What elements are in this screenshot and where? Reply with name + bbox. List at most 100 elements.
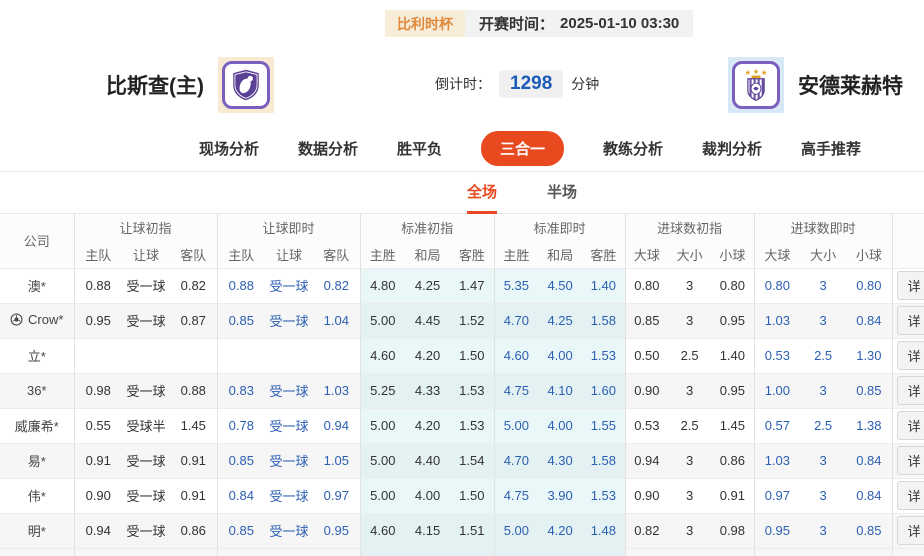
detail-button[interactable]: 详 [897,376,924,405]
odds-cell: 4.00 [405,478,450,513]
odds-cell: 0.85 [625,303,668,338]
nav-tab-referee-analysis[interactable]: 裁判分析 [702,138,762,159]
odds-cell [170,548,217,556]
odds-cell: 1.54 [450,443,494,478]
odds-cell: 5.25 [360,373,405,408]
odds-cell: 0.95 [74,303,122,338]
odds-cell: 1.47 [450,268,494,303]
odds-cell: 0.84 [846,443,892,478]
odds-cell [122,548,170,556]
company-cell: 明* [0,513,74,548]
detail-button[interactable]: 详 [897,306,924,335]
odds-cell: 0.88 [74,268,122,303]
company-cell: 威廉希* [0,408,74,443]
detail-button[interactable]: 详 [897,411,924,440]
odds-cell: 3 [668,443,711,478]
odds-cell: 0.84 [846,303,892,338]
odds-cell: 受一球 [265,373,313,408]
odds-cell: 1.40 [711,338,754,373]
odds-cell: 1.03 [754,303,800,338]
odds-cell: 4.40 [405,443,450,478]
col-header: 和局 [405,241,450,268]
odds-cell: 1.60 [582,373,625,408]
odds-cell: 1.50 [450,478,494,513]
company-label: 威廉希* [15,416,59,435]
detail-button[interactable]: 详 [897,516,924,545]
odds-cell: 5.00 [360,443,405,478]
odds-cell: 1.50 [450,338,494,373]
group-header-std_init: 标准初指 [360,214,494,241]
odds-cell: 1.48 [582,513,625,548]
col-header: 主胜 [360,241,405,268]
odds-cell: 0.57 [754,408,800,443]
odds-cell: 0.86 [711,443,754,478]
detail-button[interactable]: 详 [897,446,924,475]
odds-cell: 0.85 [846,373,892,408]
nav-tab-live-analysis[interactable]: 现场分析 [199,138,259,159]
odds-cell [74,548,122,556]
league-tag[interactable]: 比利时杯 [385,10,465,37]
detail-button[interactable]: 详 [897,271,924,300]
col-header: 让球 [122,241,170,268]
home-team: 比斯查(主) [106,57,274,113]
odds-cell: 受球半 [122,408,170,443]
nav-tab-win-draw-loss[interactable]: 胜平负 [397,138,442,159]
kickoff-value: 2025-01-10 03:30 [560,15,679,32]
odds-cell: 4.80 [360,268,405,303]
odds-cell: 0.88 [217,268,265,303]
away-team-badge: ★ ★ ★ [728,57,784,113]
odds-cell: 4.00 [538,338,582,373]
detail-header [892,214,924,268]
odds-cell: 4.60 [360,338,405,373]
odds-cell [265,548,313,556]
company-name: 伟* [28,486,46,505]
company-cell: 36* [0,373,74,408]
nav-tab-coach-analysis[interactable]: 教练分析 [603,138,663,159]
detail-cell: 详 [892,373,924,408]
odds-cell: 5.00 [360,408,405,443]
odds-cell: 4.15 [405,513,450,548]
odds-cell [711,548,754,556]
kickoff-time: 开赛时间： 2025-01-10 03:30 [465,10,693,37]
odds-cell: 3 [800,303,846,338]
company-cell: Crow* [0,303,74,338]
odds-cell: 4.00 [538,408,582,443]
odds-cell: 0.55 [74,408,122,443]
detail-cell: 详 [892,443,924,478]
svg-text:★: ★ [761,68,767,77]
odds-cell: 0.82 [313,268,360,303]
table-row: 明*0.94受一球0.860.85受一球0.954.604.151.515.00… [0,513,924,548]
countdown-value: 1298 [499,70,563,98]
odds-cell: 1.04 [313,303,360,338]
company-label: 伟* [28,486,46,505]
table-row: 36*0.98受一球0.880.83受一球1.035.254.331.534.7… [0,373,924,408]
countdown-label: 倒计时： [435,74,491,94]
detail-button[interactable]: 详 [897,341,924,370]
scope-tab-full-match[interactable]: 全场 [467,181,497,214]
odds-cell: 1.40 [582,268,625,303]
odds-cell: 受一球 [122,268,170,303]
main-nav: 现场分析 数据分析 胜平负 三合一 教练分析 裁判分析 高手推荐 [0,126,924,172]
company-name: 立* [28,346,46,365]
odds-cell: 0.80 [711,268,754,303]
odds-cell [800,548,846,556]
odds-cell: 3 [800,513,846,548]
nav-tab-three-in-one[interactable]: 三合一 [481,131,564,166]
match-odds-page: 比利时杯 开赛时间： 2025-01-10 03:30 比斯查(主) [0,0,924,556]
odds-cell: 受一球 [122,303,170,338]
kickoff-label: 开赛时间： [479,13,554,34]
odds-cell: 0.50 [625,338,668,373]
detail-cell: 详 [892,268,924,303]
odds-cell: 受一球 [265,443,313,478]
company-cell: 易* [0,443,74,478]
scope-tab-half-match[interactable]: 半场 [547,181,577,214]
odds-cell: 受一球 [265,268,313,303]
odds-cell [313,338,360,373]
odds-cell: 0.85 [217,443,265,478]
odds-cell: 0.97 [754,478,800,513]
nav-tab-data-analysis[interactable]: 数据分析 [298,138,358,159]
nav-tab-expert-picks[interactable]: 高手推荐 [801,138,861,159]
away-team: ★ ★ ★ [728,57,903,113]
detail-button[interactable]: 详 [897,481,924,510]
company-name: 明* [28,521,46,540]
